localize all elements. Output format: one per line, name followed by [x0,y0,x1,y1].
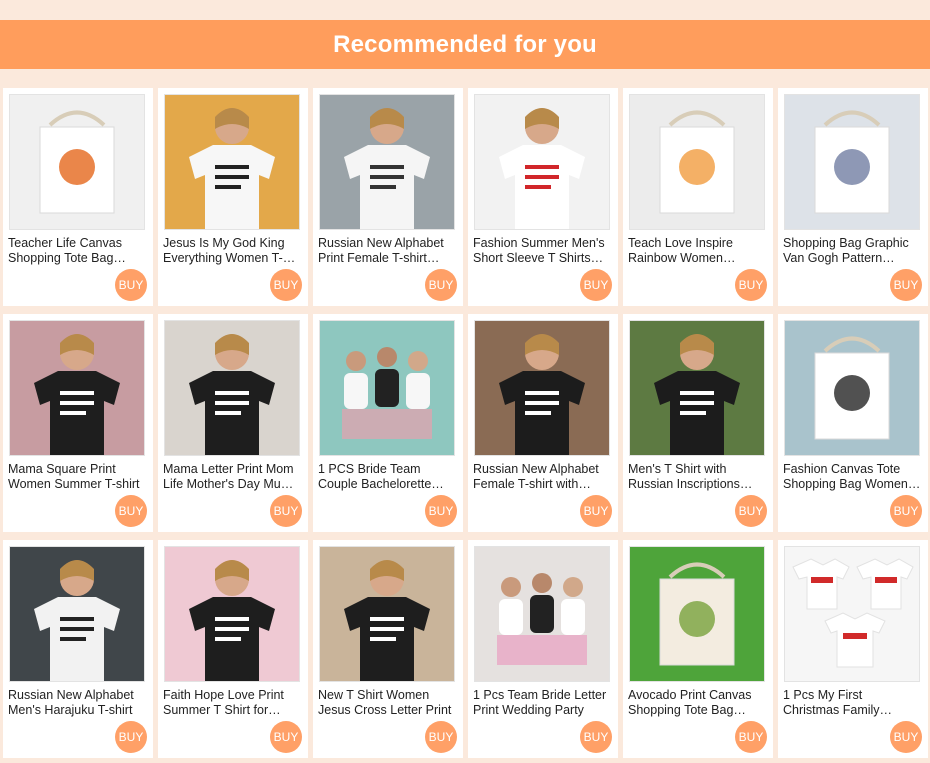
woman-black-tshirt-photo [165,321,299,455]
product-card[interactable]: Men's T Shirt with Russian Inscriptions … [623,314,773,532]
buy-button[interactable]: BUY [735,721,767,753]
man-white-tshirt-photo [10,547,144,681]
product-card[interactable]: 1 Pcs My First Christmas Family Matching… [778,540,928,758]
buy-button[interactable]: BUY [270,495,302,527]
product-image[interactable] [164,546,300,682]
buy-button[interactable]: BUY [580,495,612,527]
buy-button[interactable]: BUY [890,721,922,753]
tote-bags-photo [630,95,764,229]
woman-white-tshirt-photo [320,95,454,229]
woman-black-tshirt-photo [165,547,299,681]
product-image[interactable] [784,546,920,682]
buy-button[interactable]: BUY [425,269,457,301]
product-title[interactable]: Teacher Life Canvas Shopping Tote Bag Wo… [8,236,146,266]
product-image[interactable] [474,546,610,682]
buy-button[interactable]: BUY [890,495,922,527]
product-title[interactable]: Russian New Alphabet Female T-shirt with… [473,462,611,492]
product-image[interactable] [164,320,300,456]
product-card[interactable]: New T Shirt Women Jesus Cross Letter Pri… [313,540,463,758]
woman-black-tshirt-photo [475,321,609,455]
product-card[interactable]: Fashion Canvas Tote Shopping Bag Women Q… [778,314,928,532]
product-title[interactable]: Fashion Canvas Tote Shopping Bag Women Q… [783,462,921,492]
woman-white-tshirt-photo [165,95,299,229]
woman-black-tshirt-photo [10,321,144,455]
product-image[interactable] [474,94,610,230]
section-title: Recommended for you [333,30,597,58]
product-card[interactable]: Faith Hope Love Print Summer T Shirt for… [158,540,308,758]
product-title[interactable]: Jesus Is My God King Everything Women T-… [163,236,301,266]
product-card[interactable]: Shopping Bag Graphic Van Gogh Pattern Ca… [778,88,928,306]
christmas-tshirts-photo [785,547,919,681]
product-card[interactable]: Russian New Alphabet Men's Harajuku T-sh… [3,540,153,758]
product-title[interactable]: 1 PCS Bride Team Couple Bachelorette Par… [318,462,456,492]
tote-bags-photo [630,547,764,681]
bride-team-photo [475,547,609,681]
product-card[interactable]: Avocado Print Canvas Shopping Tote Bag W… [623,540,773,758]
bride-team-photo [320,321,454,455]
product-image[interactable] [9,546,145,682]
woman-black-tshirt-photo [320,547,454,681]
buy-button[interactable]: BUY [425,495,457,527]
product-title[interactable]: Faith Hope Love Print Summer T Shirt for… [163,688,301,718]
product-title[interactable]: Men's T Shirt with Russian Inscriptions … [628,462,766,492]
product-image[interactable] [9,320,145,456]
product-image[interactable] [319,320,455,456]
product-card[interactable]: Mama Square Print Women Summer T-shirt BU… [3,314,153,532]
product-card[interactable]: Fashion Summer Men's Short Sleeve T Shir… [468,88,618,306]
product-title[interactable]: Russian New Alphabet Print Female T-shir… [318,236,456,266]
buy-button[interactable]: BUY [270,721,302,753]
product-card[interactable]: Russian New Alphabet Print Female T-shir… [313,88,463,306]
product-title[interactable]: Mama Square Print Women Summer T-shirt [8,462,146,492]
man-black-tshirt-photo [630,321,764,455]
buy-button[interactable]: BUY [270,269,302,301]
tote-bag-photo [785,95,919,229]
product-title[interactable]: Fashion Summer Men's Short Sleeve T Shir… [473,236,611,266]
product-title[interactable]: 1 Pcs My First Christmas Family Matching… [783,688,921,718]
buy-button[interactable]: BUY [735,269,767,301]
product-image[interactable] [164,94,300,230]
product-title[interactable]: Shopping Bag Graphic Van Gogh Pattern Ca… [783,236,921,266]
buy-button[interactable]: BUY [115,269,147,301]
product-image[interactable] [784,94,920,230]
buy-button[interactable]: BUY [115,495,147,527]
product-card[interactable]: Russian New Alphabet Female T-shirt with… [468,314,618,532]
product-card[interactable]: Mama Letter Print Mom Life Mother's Day … [158,314,308,532]
buy-button[interactable]: BUY [580,269,612,301]
product-title[interactable]: Avocado Print Canvas Shopping Tote Bag W… [628,688,766,718]
product-title[interactable]: 1 Pcs Team Bride Letter Print Wedding Pa… [473,688,611,718]
product-title[interactable]: Mama Letter Print Mom Life Mother's Day … [163,462,301,492]
product-title[interactable]: Teach Love Inspire Rainbow Women Canvas … [628,236,766,266]
product-image[interactable] [629,94,765,230]
product-card[interactable]: Jesus Is My God King Everything Women T-… [158,88,308,306]
recommended-banner: Recommended for you [0,20,930,69]
product-image[interactable] [474,320,610,456]
product-image[interactable] [9,94,145,230]
tote-bags-photo [10,95,144,229]
product-grid: Teacher Life Canvas Shopping Tote Bag Wo… [3,88,928,758]
product-card[interactable]: Teach Love Inspire Rainbow Women Canvas … [623,88,773,306]
buy-button[interactable]: BUY [735,495,767,527]
buy-button[interactable]: BUY [115,721,147,753]
product-card[interactable]: Teacher Life Canvas Shopping Tote Bag Wo… [3,88,153,306]
buy-button[interactable]: BUY [580,721,612,753]
product-title[interactable]: New T Shirt Women Jesus Cross Letter Pri… [318,688,456,718]
product-image[interactable] [784,320,920,456]
man-white-tshirt-photo [475,95,609,229]
tote-bags-photo [785,321,919,455]
product-image[interactable] [319,94,455,230]
buy-button[interactable]: BUY [425,721,457,753]
product-image[interactable] [629,546,765,682]
product-title[interactable]: Russian New Alphabet Men's Harajuku T-sh… [8,688,146,718]
product-image[interactable] [629,320,765,456]
product-card[interactable]: 1 Pcs Team Bride Letter Print Wedding Pa… [468,540,618,758]
product-card[interactable]: 1 PCS Bride Team Couple Bachelorette Par… [313,314,463,532]
buy-button[interactable]: BUY [890,269,922,301]
product-image[interactable] [319,546,455,682]
